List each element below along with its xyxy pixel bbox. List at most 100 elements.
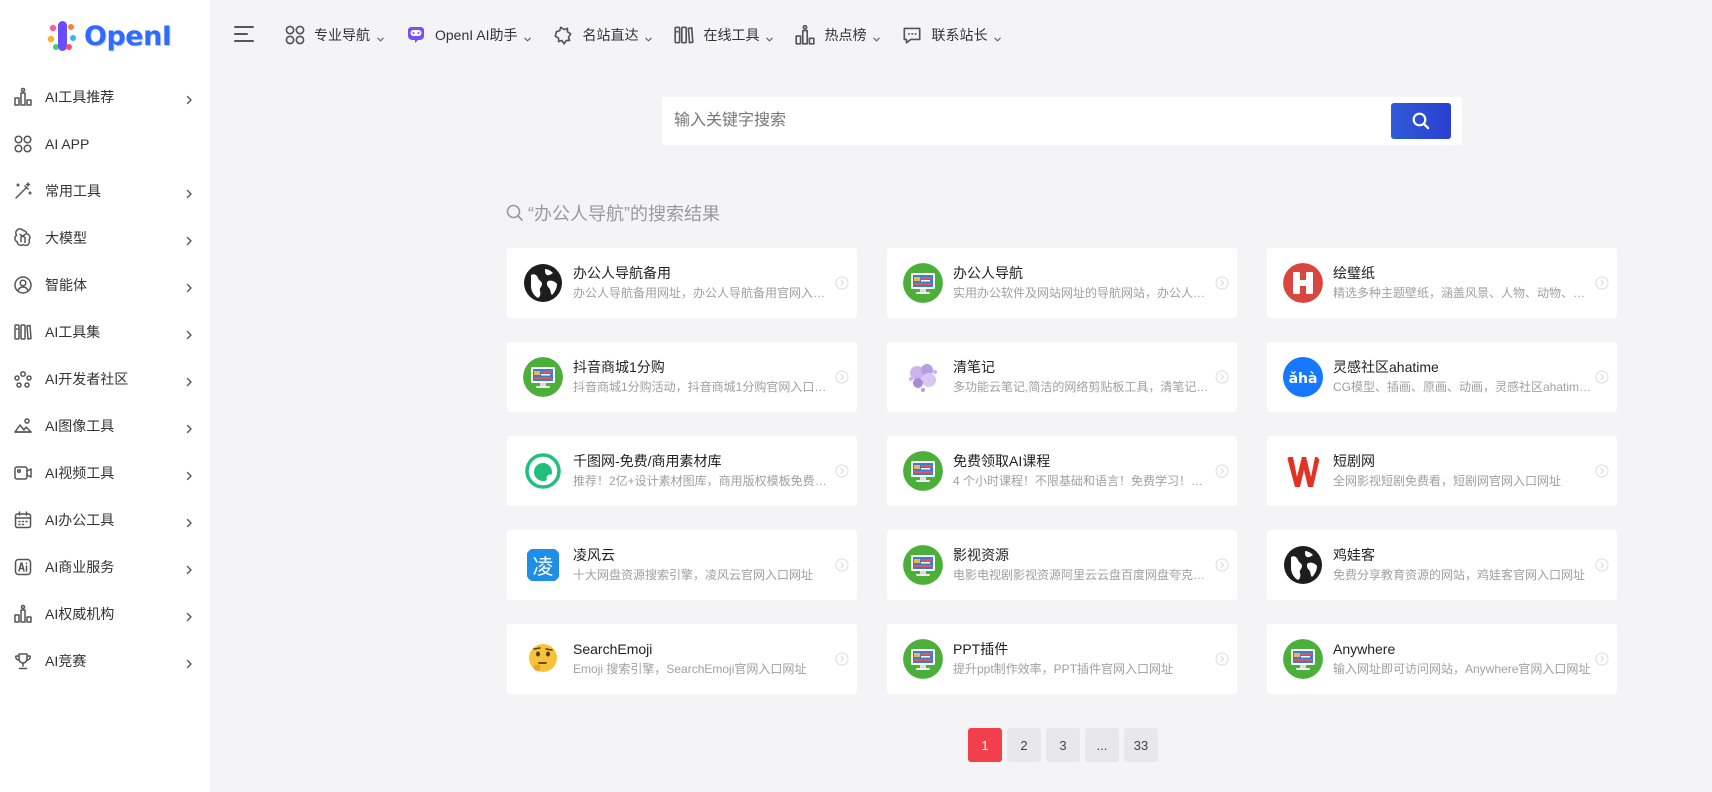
top-nav-item[interactable]: 专业导航 <box>284 20 385 50</box>
go-arrow-icon[interactable] <box>1595 464 1609 478</box>
chevron-down-icon <box>523 31 532 41</box>
chevron-down-icon <box>993 31 1002 41</box>
sidebar-item[interactable]: 常用工具 <box>0 167 210 214</box>
sidebar-item[interactable]: AI APP <box>0 120 210 167</box>
site-card-name: PPT插件 <box>953 641 1009 657</box>
sidebar-menu: AI工具推荐 AI APP 常用工具 大模型 智能体 AI工具集 AI开发者社区… <box>0 73 210 684</box>
site-card-name: 鸡娃客 <box>1333 547 1375 563</box>
go-arrow-icon[interactable] <box>1595 652 1609 666</box>
sidebar-item[interactable]: AI工具推荐 <box>0 73 210 120</box>
sidebar-item-label: AI商业服务 <box>45 558 115 575</box>
site-card[interactable]: 影视资源 电影电视剧影视资源阿里云云盘百度网盘夸克网盘资源 <box>887 530 1237 600</box>
search-button[interactable] <box>1391 103 1451 139</box>
sidebar-item-label: 常用工具 <box>45 182 101 199</box>
top-nav-label: 专业导航 <box>314 27 370 43</box>
site-card[interactable]: 绘璧纸 精选多种主题壁纸，涵盖风景、人物、动物、动漫等 <box>1267 248 1617 318</box>
site-card[interactable]: 短剧网 全网影视短剧免费看，短剧网官网入口网址 <box>1267 436 1617 506</box>
site-card[interactable]: 千图网-免费/商用素材库 推荐！2亿+设计素材图库，商用版权模板免费下载 <box>507 436 857 506</box>
site-card[interactable]: Anywhere 输入网址即可访问网站，Anywhere官网入口网址 <box>1267 624 1617 694</box>
top-nav-label: 热点榜 <box>824 27 867 43</box>
site-card[interactable]: 免费领取AI课程 4 个小时课程！不限基础和语言！免费学习！专业讲师 <box>887 436 1237 506</box>
h-logo-icon <box>1283 263 1323 303</box>
page-button[interactable]: ... <box>1085 728 1119 762</box>
site-card[interactable]: 办公人导航备用 办公人导航备用网址，办公人导航备用官网入口网址 <box>507 248 857 318</box>
sidebar-item-label: AI办公工具 <box>45 511 115 528</box>
sidebar-item-label: AI权威机构 <box>45 605 115 622</box>
go-arrow-icon[interactable] <box>1215 652 1229 666</box>
site-card[interactable]: 办公人导航 实用办公软件及网站网址的导航网站，办公人导航官网入口网址 <box>887 248 1237 318</box>
chevron-right-icon <box>184 233 194 245</box>
chart-bars-icon <box>13 604 33 624</box>
page-button[interactable]: 2 <box>1007 728 1041 762</box>
page-button[interactable]: 33 <box>1124 728 1158 762</box>
logo-text: OpenI <box>84 20 172 52</box>
svg-text:ǎhà: ǎhà <box>1289 371 1318 387</box>
search-input[interactable] <box>662 97 1391 145</box>
go-arrow-icon[interactable] <box>1215 558 1229 572</box>
go-arrow-icon[interactable] <box>835 370 849 384</box>
chevron-right-icon <box>184 468 194 480</box>
site-card[interactable]: 凌 凌风云 十大网盘资源搜索引擎，凌风云官网入口网址 <box>507 530 857 600</box>
top-nav-item[interactable]: 名站直达 <box>552 20 653 50</box>
globe-icon <box>1283 545 1323 585</box>
site-card[interactable]: 抖音商城1分购 抖音商城1分购活动，抖音商城1分购官网入口网址 <box>507 342 857 412</box>
go-arrow-icon[interactable] <box>1595 276 1609 290</box>
sidebar-item[interactable]: AI工具集 <box>0 308 210 355</box>
community-icon <box>13 369 33 389</box>
site-card[interactable]: 鸡娃客 免费分享教育资源的网站，鸡娃客官网入口网址 <box>1267 530 1617 600</box>
sidebar-item-label: AI开发者社区 <box>45 370 129 387</box>
go-arrow-icon[interactable] <box>1595 370 1609 384</box>
chevron-right-icon <box>184 374 194 386</box>
top-nav-item[interactable]: 在线工具 <box>673 20 774 50</box>
sidebar-item[interactable]: AI办公工具 <box>0 496 210 543</box>
site-card-name: 影视资源 <box>953 547 1009 563</box>
chevron-down-icon <box>872 31 881 41</box>
top-nav-item[interactable]: 联系站长 <box>901 20 1002 50</box>
site-card[interactable]: SearchEmoji Emoji 搜索引擎，SearchEmoji官网入口网址 <box>507 624 857 694</box>
site-card-name: 绘璧纸 <box>1333 265 1375 281</box>
search-box <box>662 97 1462 145</box>
ai-badge-icon <box>13 557 33 577</box>
menu-toggle-icon[interactable] <box>234 24 256 44</box>
site-card[interactable]: 清笔记 多功能云笔记,简洁的网络剪贴板工具，清笔记官网入口网址 <box>887 342 1237 412</box>
top-nav-label: 在线工具 <box>703 27 760 43</box>
go-arrow-icon[interactable] <box>835 558 849 572</box>
go-arrow-icon[interactable] <box>1215 370 1229 384</box>
monitor-icon <box>903 451 943 491</box>
sidebar-item[interactable]: AI权威机构 <box>0 590 210 637</box>
monitor-icon <box>1283 639 1323 679</box>
page-button[interactable]: 1 <box>968 728 1002 762</box>
site-card-desc: 实用办公软件及网站网址的导航网站，办公人导航官网入口网址 <box>953 286 1215 300</box>
sidebar-item[interactable]: AI竞赛 <box>0 637 210 684</box>
chevron-down-icon <box>765 31 774 41</box>
top-nav-label: OpenI AI助手 <box>435 27 518 43</box>
go-arrow-icon[interactable] <box>1595 558 1609 572</box>
go-arrow-icon[interactable] <box>1215 276 1229 290</box>
site-card-name: 灵感社区ahatime <box>1333 359 1439 375</box>
sidebar-item[interactable]: AI开发者社区 <box>0 355 210 402</box>
site-card[interactable]: ǎhà 灵感社区ahatime CG模型、插画、原画、动画，灵感社区ahatim… <box>1267 342 1617 412</box>
sidebar-item[interactable]: AI商业服务 <box>0 543 210 590</box>
site-card[interactable]: PPT插件 提升ppt制作效率，PPT插件官网入口网址 <box>887 624 1237 694</box>
go-arrow-icon[interactable] <box>835 652 849 666</box>
sidebar-item[interactable]: AI图像工具 <box>0 402 210 449</box>
apps-grid-icon <box>13 134 33 154</box>
site-card-name: 千图网-免费/商用素材库 <box>573 453 722 469</box>
top-nav-item[interactable]: OpenI AI助手 <box>405 20 532 50</box>
go-arrow-icon[interactable] <box>835 276 849 290</box>
apps-grid-icon <box>284 24 306 46</box>
sidebar-item[interactable]: AI视频工具 <box>0 449 210 496</box>
chevron-right-icon <box>184 562 194 574</box>
site-card-name: 办公人导航备用 <box>573 265 671 281</box>
go-arrow-icon[interactable] <box>835 464 849 478</box>
top-nav-item[interactable]: 热点榜 <box>794 20 881 50</box>
top-bar: 专业导航 OpenI AI助手 名站直达 在线工具 热点榜 联系站长 <box>210 0 1712 70</box>
sidebar-item[interactable]: 智能体 <box>0 261 210 308</box>
site-logo[interactable]: OpenI <box>44 16 172 56</box>
sidebar-item[interactable]: 大模型 <box>0 214 210 261</box>
site-card-name: SearchEmoji <box>573 641 653 657</box>
page-button[interactable]: 3 <box>1046 728 1080 762</box>
top-nav: 专业导航 OpenI AI助手 名站直达 在线工具 热点榜 联系站长 <box>284 20 1022 50</box>
go-arrow-icon[interactable] <box>1215 464 1229 478</box>
site-card-desc: 十大网盘资源搜索引擎，凌风云官网入口网址 <box>573 568 814 582</box>
